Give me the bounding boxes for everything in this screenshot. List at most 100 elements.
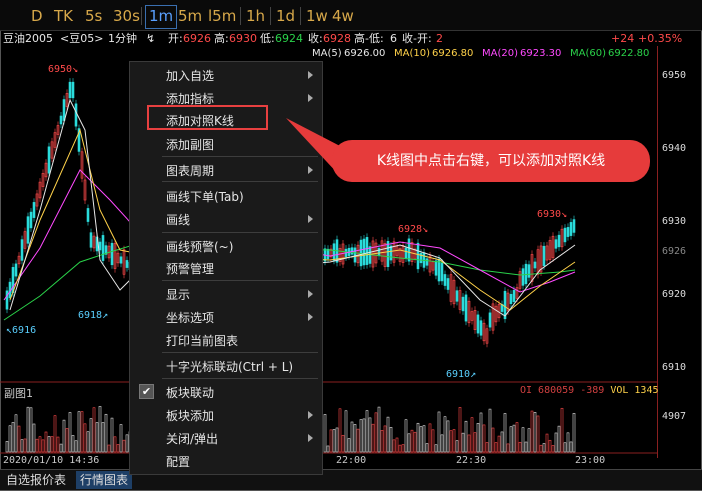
volume-bar <box>14 414 18 453</box>
volume-bar <box>464 420 468 453</box>
volume-bar <box>362 418 366 453</box>
candle-body <box>404 247 408 259</box>
candle-body <box>566 227 570 237</box>
volume-bar <box>53 415 57 453</box>
vol-readout: VOL 1345 <box>610 385 659 396</box>
volume-bar <box>83 423 87 453</box>
candle-body <box>434 260 438 276</box>
volume-bar <box>116 444 120 453</box>
volume-bar <box>71 435 75 453</box>
price-tick: 6930 <box>662 216 687 227</box>
volume-bar <box>113 436 117 453</box>
volume-bar <box>32 423 36 453</box>
menu-item-line-alert[interactable]: 画线预警(~) <box>130 236 322 256</box>
volume-bar <box>380 430 384 453</box>
volume-bar <box>86 431 90 453</box>
menu-item-sector-add[interactable]: 板块添加 <box>130 405 322 425</box>
candle-body <box>62 99 66 121</box>
volume-bar <box>506 443 510 453</box>
menu-item-draw-order[interactable]: 画线下单(Tab) <box>130 186 322 206</box>
candle-body <box>464 294 468 322</box>
menu-separator <box>162 181 318 182</box>
candle-body <box>86 208 90 222</box>
menu-item-draw-line[interactable]: 画线 <box>130 209 322 229</box>
volume-bar <box>104 413 108 453</box>
volume-bar <box>470 417 474 453</box>
price-tick: 6910 <box>662 362 687 373</box>
menu-item-add-subchart[interactable]: 添加副图 <box>130 134 322 154</box>
menu-separator <box>162 378 318 379</box>
volume-tick: 4907 <box>662 411 687 422</box>
kline-chart[interactable] <box>0 0 702 491</box>
oi-readout: OI 680059 -389 VOL 1345 <box>520 385 659 396</box>
menu-item-axis-options[interactable]: 坐标选项 <box>130 307 322 327</box>
submenu-arrow-icon <box>308 215 313 223</box>
volume-bar <box>404 419 408 453</box>
volume-bar <box>473 432 477 453</box>
volume-bar <box>467 434 471 453</box>
volume-bar <box>383 425 387 453</box>
tab-chart[interactable]: 行情图表 <box>76 471 133 489</box>
volume-bar <box>329 429 333 453</box>
menu-item-display[interactable]: 显示 <box>130 284 322 304</box>
volume-bar <box>365 410 369 453</box>
volume-bar <box>65 428 69 453</box>
volume-bar <box>332 429 336 453</box>
menu-item-sector-link[interactable]: ✔ 板块联动 <box>130 382 322 402</box>
volume-bar <box>440 434 444 453</box>
low-label: 6918↗ <box>78 310 109 321</box>
menu-item-add-watchlist[interactable]: 加入自选 <box>130 65 322 85</box>
volume-bar <box>80 411 84 453</box>
callout-tip: K线图中点击右键，可以添加对照K线 <box>332 140 650 182</box>
volume-bar <box>29 407 33 453</box>
menu-item-alert-manage[interactable]: 预警管理 <box>130 258 322 278</box>
volume-bar <box>74 440 78 453</box>
candle-body <box>47 146 51 174</box>
candle-body <box>362 238 366 266</box>
candle-body <box>59 115 63 125</box>
candle-body <box>572 219 576 233</box>
volume-bar <box>560 407 564 453</box>
volume-bar <box>431 429 435 453</box>
candle-body <box>446 278 450 290</box>
volume-bar <box>356 428 360 453</box>
volume-bar <box>386 416 390 453</box>
volume-bar <box>44 431 48 453</box>
volume-bar <box>503 413 507 453</box>
volume-bar <box>449 430 453 453</box>
volume-bar <box>551 445 555 453</box>
candle-body <box>488 312 492 328</box>
volume-bar <box>359 419 363 453</box>
candle-body <box>476 314 480 334</box>
submenu-arrow-icon <box>308 290 313 298</box>
candle-body <box>425 258 429 266</box>
menu-item-config[interactable]: 配置 <box>130 451 322 471</box>
volume-bar <box>494 442 498 453</box>
volume-bar <box>533 412 537 453</box>
volume-bar <box>572 413 576 453</box>
menu-item-print-chart[interactable]: 打印当前图表 <box>130 330 322 350</box>
menu-item-close-popup[interactable]: 关闭/弹出 <box>130 428 322 448</box>
tab-watchlist[interactable]: 自选报价表 <box>2 471 70 489</box>
volume-bar <box>347 438 351 453</box>
volume-bar <box>557 425 561 453</box>
menu-separator <box>162 232 318 233</box>
volume-bar <box>461 432 465 453</box>
volume-bar <box>110 417 114 453</box>
volume-bar <box>68 412 72 453</box>
candle-body <box>509 293 513 305</box>
candle-body <box>542 245 546 267</box>
candle-body <box>125 260 129 268</box>
candle-body <box>386 240 390 268</box>
submenu-arrow-icon <box>308 71 313 79</box>
menu-item-crosshair-link[interactable]: 十字光标联动(Ctrl + L) <box>130 356 322 376</box>
volume-bar <box>452 429 456 453</box>
candle-body <box>119 256 123 264</box>
candle-body <box>440 262 444 282</box>
candle-body <box>554 239 558 249</box>
volume-bar <box>389 427 393 453</box>
menu-separator <box>162 156 318 157</box>
volume-bar <box>554 432 558 453</box>
volume-bar <box>89 418 93 453</box>
menu-item-chart-period[interactable]: 图表周期 <box>130 160 322 180</box>
